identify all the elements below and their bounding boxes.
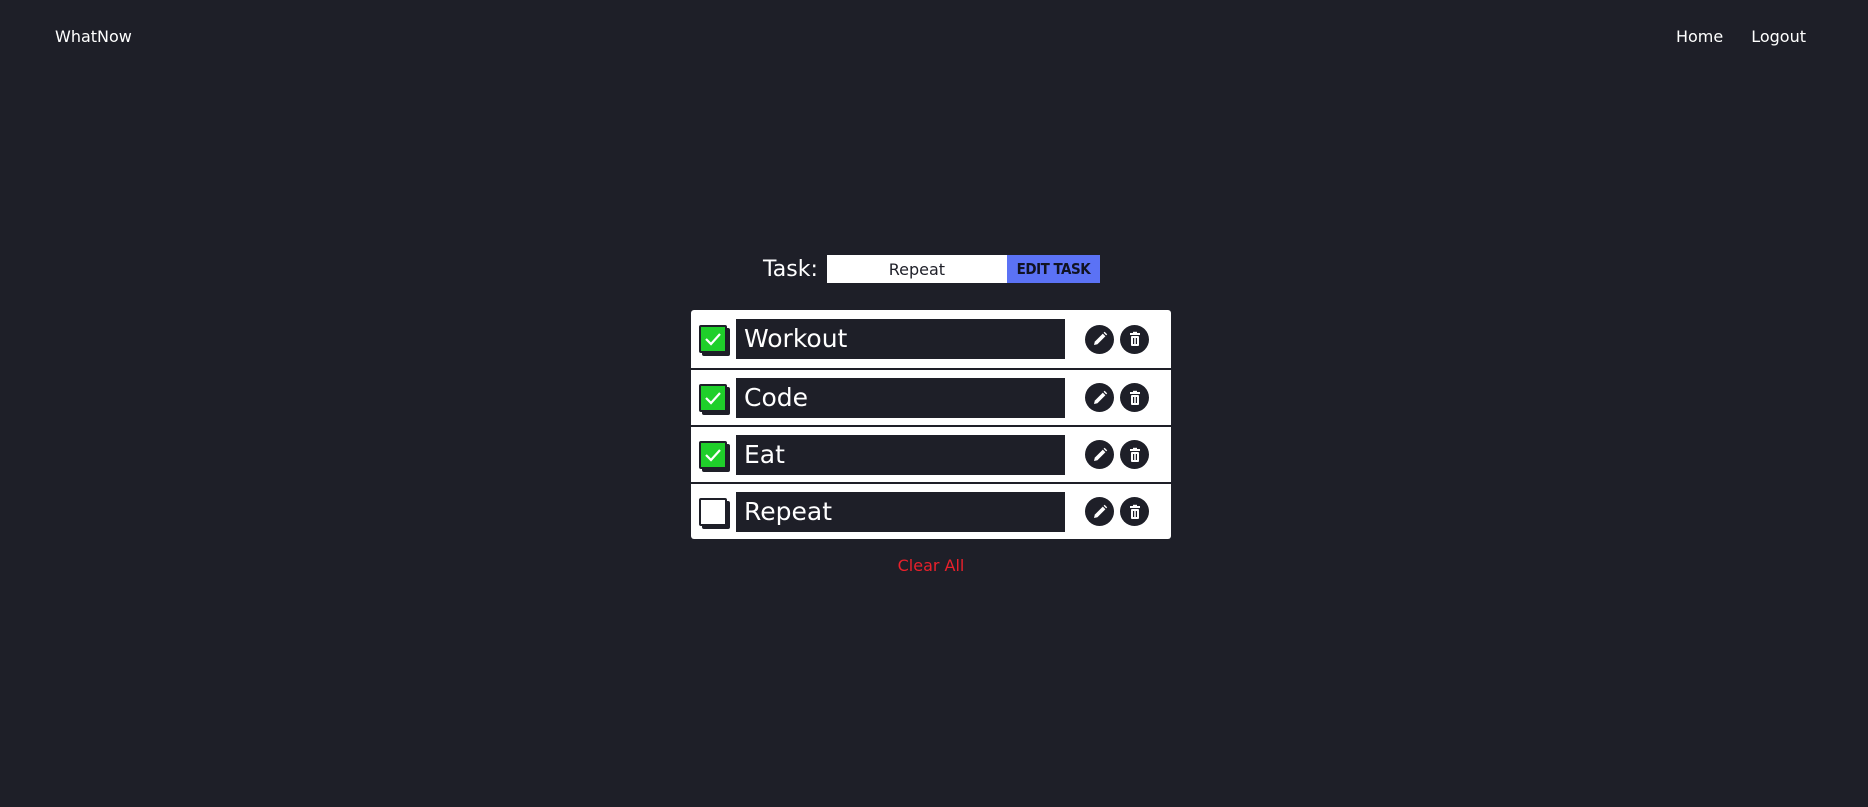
edit-todo-button[interactable] [1085, 440, 1114, 469]
pencil-icon [1093, 331, 1107, 345]
todo-item: Code [691, 368, 1171, 425]
trash-icon [1129, 390, 1140, 405]
todo-item: Workout [691, 310, 1171, 368]
pencil-icon [1093, 390, 1107, 404]
pencil-icon [1093, 504, 1107, 518]
delete-todo-button[interactable] [1120, 383, 1149, 412]
todo-text: Eat [736, 434, 1065, 475]
trash-icon [1129, 447, 1140, 462]
todo-list: Workout Code Eat Repeat [691, 310, 1171, 539]
todo-actions [1085, 497, 1149, 526]
todo-checkbox[interactable] [699, 440, 727, 469]
clear-all-button[interactable]: Clear All [0, 556, 1862, 575]
task-input[interactable] [826, 255, 1007, 283]
edit-todo-button[interactable] [1085, 324, 1114, 354]
todo-item: Eat [691, 425, 1171, 482]
edit-todo-button[interactable] [1085, 383, 1114, 412]
brand-logo[interactable]: WhatNow [55, 27, 132, 46]
todo-text: Code [736, 377, 1065, 418]
edit-task-button[interactable]: EDIT TASK [1006, 255, 1100, 283]
todo-checkbox[interactable] [699, 497, 727, 526]
todo-item: Repeat [691, 482, 1171, 539]
check-icon [705, 448, 721, 462]
check-icon [705, 391, 721, 405]
delete-todo-button[interactable] [1120, 440, 1149, 469]
todo-checkbox[interactable] [699, 383, 727, 412]
top-nav: Home Logout [1676, 27, 1806, 46]
task-label: Task: [763, 256, 818, 282]
nav-logout-link[interactable]: Logout [1751, 27, 1806, 46]
todo-actions [1085, 324, 1149, 354]
task-form: Task: EDIT TASK [763, 255, 1100, 283]
pencil-icon [1093, 447, 1107, 461]
todo-checkbox[interactable] [699, 325, 727, 353]
todo-actions [1085, 440, 1149, 469]
edit-todo-button[interactable] [1085, 497, 1114, 526]
nav-home-link[interactable]: Home [1676, 27, 1723, 46]
todo-text: Repeat [736, 491, 1065, 532]
delete-todo-button[interactable] [1120, 324, 1149, 354]
trash-icon [1129, 504, 1140, 519]
delete-todo-button[interactable] [1120, 497, 1149, 526]
trash-icon [1129, 331, 1140, 346]
todo-actions [1085, 383, 1149, 412]
todo-text: Workout [736, 319, 1065, 359]
check-icon [705, 333, 721, 346]
